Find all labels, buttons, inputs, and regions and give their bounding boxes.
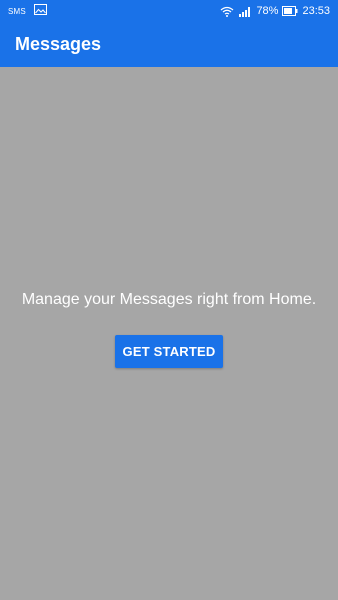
status-left: SMS — [8, 2, 47, 20]
app-title: Messages — [15, 34, 102, 54]
status-right: 78% 23:53 — [220, 5, 330, 17]
sms-notification-label: SMS — [8, 6, 26, 16]
image-icon — [33, 2, 47, 20]
onboarding-message: Manage your Messages right from Home. — [21, 291, 317, 308]
status-bar: SMS 78% 23:53 — [0, 0, 338, 22]
app-bar: Messages — [0, 22, 338, 67]
battery-percent: 78% — [256, 5, 279, 17]
wifi-icon — [220, 6, 234, 17]
battery-icon — [282, 6, 298, 16]
signal-icon — [238, 6, 252, 17]
status-time: 23:53 — [302, 5, 330, 17]
get-started-button[interactable]: GET STARTED — [114, 335, 224, 368]
screen: SMS 78% 23:53 Messages Manage your Messa… — [0, 0, 338, 600]
onboarding-panel: Manage your Messages right from Home. GE… — [0, 290, 338, 368]
